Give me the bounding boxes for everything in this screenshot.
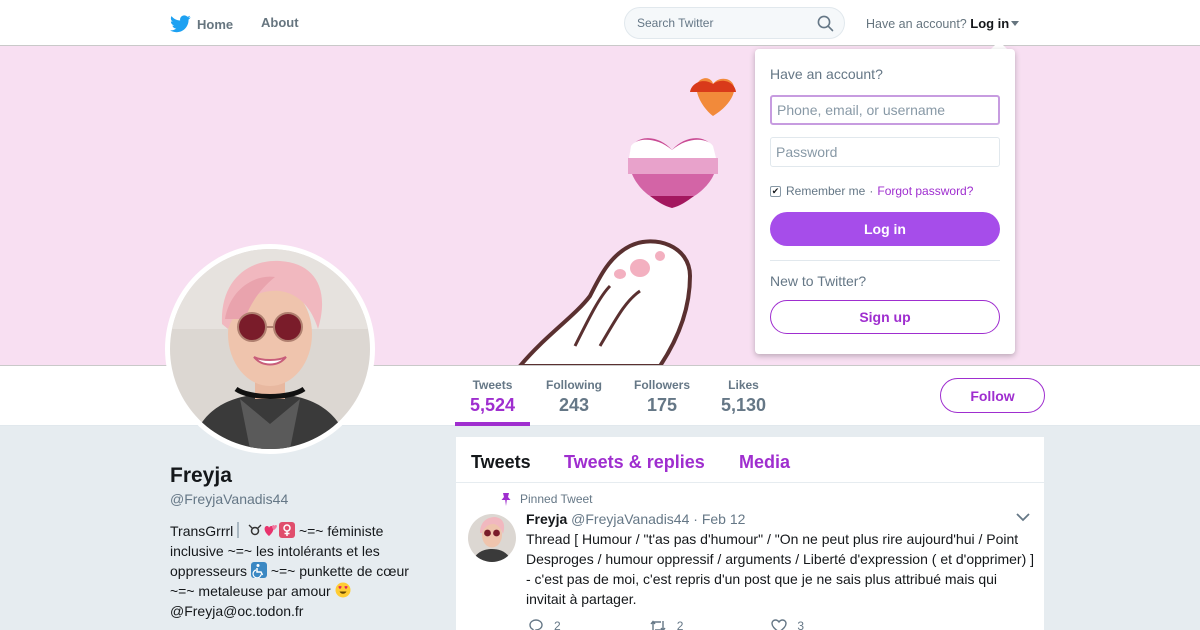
pipe-glyph-icon <box>237 522 243 538</box>
retweet-action[interactable]: 2 <box>649 619 728 630</box>
retweet-icon <box>650 620 666 630</box>
stat-value: 243 <box>558 395 590 415</box>
reply-count: 2 <box>554 619 561 630</box>
new-to-twitter-text: New to Twitter? <box>770 273 867 289</box>
dropdown-title: Have an account? <box>770 66 883 82</box>
chevron-down-icon[interactable] <box>1016 513 1030 522</box>
remember-row: ✔ Remember me · Forgot password? <box>770 184 973 198</box>
avatar-photo <box>170 249 370 449</box>
password-field[interactable] <box>770 137 1000 167</box>
tweet-date[interactable]: Feb 12 <box>702 511 746 527</box>
login-link[interactable]: Log in <box>970 16 1009 31</box>
profile-handle[interactable]: @FreyjaVanadis44 <box>170 491 288 507</box>
reply-action[interactable]: 2 <box>528 619 605 630</box>
pin-icon <box>501 492 511 506</box>
search-input[interactable] <box>637 16 807 30</box>
divider <box>770 260 1000 261</box>
profile-bio: TransGrrrl ~=~ féministe inclusive ~=~ l… <box>170 521 425 621</box>
tweet-text: Thread [ Humour / "t'as pas d'humour" / … <box>526 531 1035 607</box>
tweet-actions: 2 2 3 <box>528 619 892 630</box>
tweet-author-name[interactable]: Freyja <box>526 511 567 527</box>
female-sign-icon <box>279 522 296 538</box>
stat-value: 175 <box>646 395 678 415</box>
transgender-symbol-icon <box>247 522 263 538</box>
stat-followers[interactable]: Followers 175 <box>632 378 692 416</box>
follow-button[interactable]: Follow <box>940 378 1045 413</box>
login-dropdown: Have an account? ✔ Remember me · Forgot … <box>755 49 1015 354</box>
stat-label: Following <box>546 378 602 392</box>
caret-down-icon <box>1011 21 1020 26</box>
search-box[interactable] <box>624 7 845 39</box>
login-button[interactable]: Log in <box>770 212 1000 246</box>
stat-likes[interactable]: Likes 5,130 <box>721 378 766 416</box>
top-navbar: Home About Have an account? Log in <box>0 0 1200 46</box>
login-toggle[interactable]: Have an account? Log in <box>866 16 1020 31</box>
active-stat-underline <box>455 422 530 426</box>
tweet-header: Freyja @FreyjaVanadis44 · Feb 12 <box>526 511 745 527</box>
bio-link[interactable]: @Freyja@oc.todon.fr <box>170 603 303 619</box>
accessibility-icon <box>250 562 267 579</box>
forgot-password-link[interactable]: Forgot password? <box>877 184 973 198</box>
pinned-tweet-label: Pinned Tweet <box>501 492 593 506</box>
signup-button[interactable]: Sign up <box>770 300 1000 334</box>
profile-avatar[interactable] <box>165 244 375 454</box>
reply-icon <box>529 619 543 630</box>
tab-tweets[interactable]: Tweets <box>471 452 531 473</box>
two-hearts-icon <box>263 522 279 538</box>
bio-part: TransGrrrl <box>170 523 234 539</box>
nav-home-label: Home <box>197 16 234 32</box>
tab-tweets-replies[interactable]: Tweets & replies <box>564 452 705 473</box>
nav-home-link[interactable]: Home <box>170 15 233 33</box>
timeline-tabs: Tweets Tweets & replies Media <box>456 437 1044 483</box>
heart-eyes-emoji-icon <box>335 582 351 598</box>
tweet-author-handle[interactable]: @FreyjaVanadis44 <box>571 511 689 527</box>
heart-icon <box>771 619 788 630</box>
retweet-count: 2 <box>676 619 684 630</box>
stat-value: 5,524 <box>470 395 516 415</box>
stat-value: 5,130 <box>721 395 767 415</box>
stat-label: Followers <box>633 378 690 392</box>
remember-label[interactable]: Remember me <box>786 184 865 198</box>
stat-following[interactable]: Following 243 <box>544 378 604 416</box>
username-field[interactable] <box>770 95 1000 125</box>
twitter-bird-icon <box>170 15 191 33</box>
like-count: 3 <box>797 619 805 630</box>
tab-media[interactable]: Media <box>739 452 790 473</box>
nav-about-label: About <box>261 15 299 30</box>
remember-checkbox[interactable]: ✔ <box>770 185 781 197</box>
timeline: Tweets Tweets & replies Media Pinned Twe… <box>456 437 1044 630</box>
stat-label: Likes <box>728 378 759 392</box>
remember-separator: · <box>869 184 874 198</box>
profile-name[interactable]: Freyja <box>170 464 232 488</box>
tweet-separator: · <box>693 511 698 527</box>
like-action[interactable]: 3 <box>771 619 848 630</box>
stat-tweets[interactable]: Tweets 5,524 <box>470 378 515 416</box>
have-account-text: Have an account? <box>866 17 967 31</box>
search-icon[interactable] <box>817 15 834 32</box>
pinned-text: Pinned Tweet <box>520 492 593 506</box>
nav-about-link[interactable]: About <box>261 15 299 30</box>
stat-label: Tweets <box>472 378 513 392</box>
tweet-avatar[interactable] <box>468 514 516 562</box>
